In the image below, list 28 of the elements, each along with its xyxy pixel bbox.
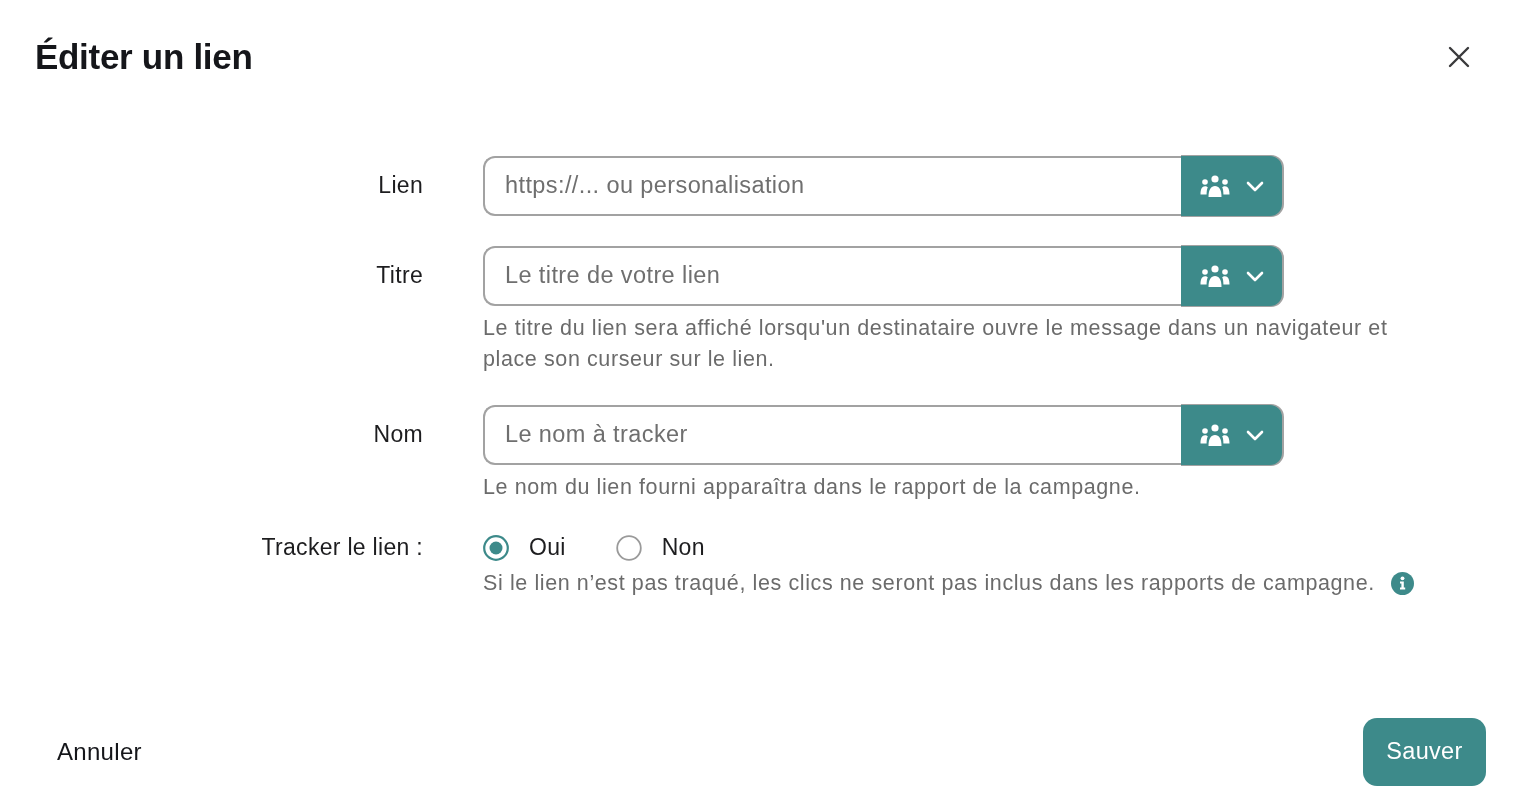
help-text: Le titre du lien sera affiché lorsqu'un destinataire ouvre le message dans un navigateur et place son curseur sur le lien.	[483, 315, 1389, 373]
chevron-down-icon	[1245, 270, 1264, 282]
dropdown-button[interactable]	[1181, 246, 1282, 306]
field-label: Titre	[376, 262, 423, 290]
field-label: Lien	[378, 172, 423, 200]
info-icon[interactable]	[1390, 572, 1414, 595]
field-label: Nom	[373, 421, 423, 449]
cancel-button[interactable]: Annuler	[57, 737, 142, 767]
radio-label[interactable]: Non	[661, 534, 705, 562]
close-button[interactable]	[1448, 46, 1470, 68]
radio-button[interactable]	[615, 535, 642, 561]
people-icon	[1199, 424, 1230, 446]
chevron-down-icon	[1245, 429, 1264, 441]
dialog-title: Éditer un lien	[35, 36, 253, 78]
people-icon	[1199, 175, 1230, 197]
help-text: Le nom du lien fourni apparaîtra dans le rapport de la campagne.	[483, 474, 1142, 501]
input-field[interactable]: Le nom à tracker	[483, 405, 1181, 465]
help-text: Si le lien n’est pas traqué, les clics ne seront pas inclus dans les rapports de campagne.	[483, 570, 1375, 597]
field-label: Tracker le lien :	[261, 534, 423, 562]
radio-button[interactable]	[483, 535, 509, 561]
input-field[interactable]: https://... ou personalisation	[483, 156, 1181, 216]
radio-label[interactable]: Oui	[529, 534, 566, 562]
people-icon	[1199, 265, 1230, 287]
dropdown-button[interactable]	[1181, 405, 1282, 465]
chevron-down-icon	[1245, 180, 1264, 192]
dropdown-button[interactable]	[1181, 156, 1282, 216]
save-button[interactable]: Sauver	[1363, 718, 1486, 786]
input-field[interactable]: Le titre de votre lien	[483, 246, 1181, 306]
